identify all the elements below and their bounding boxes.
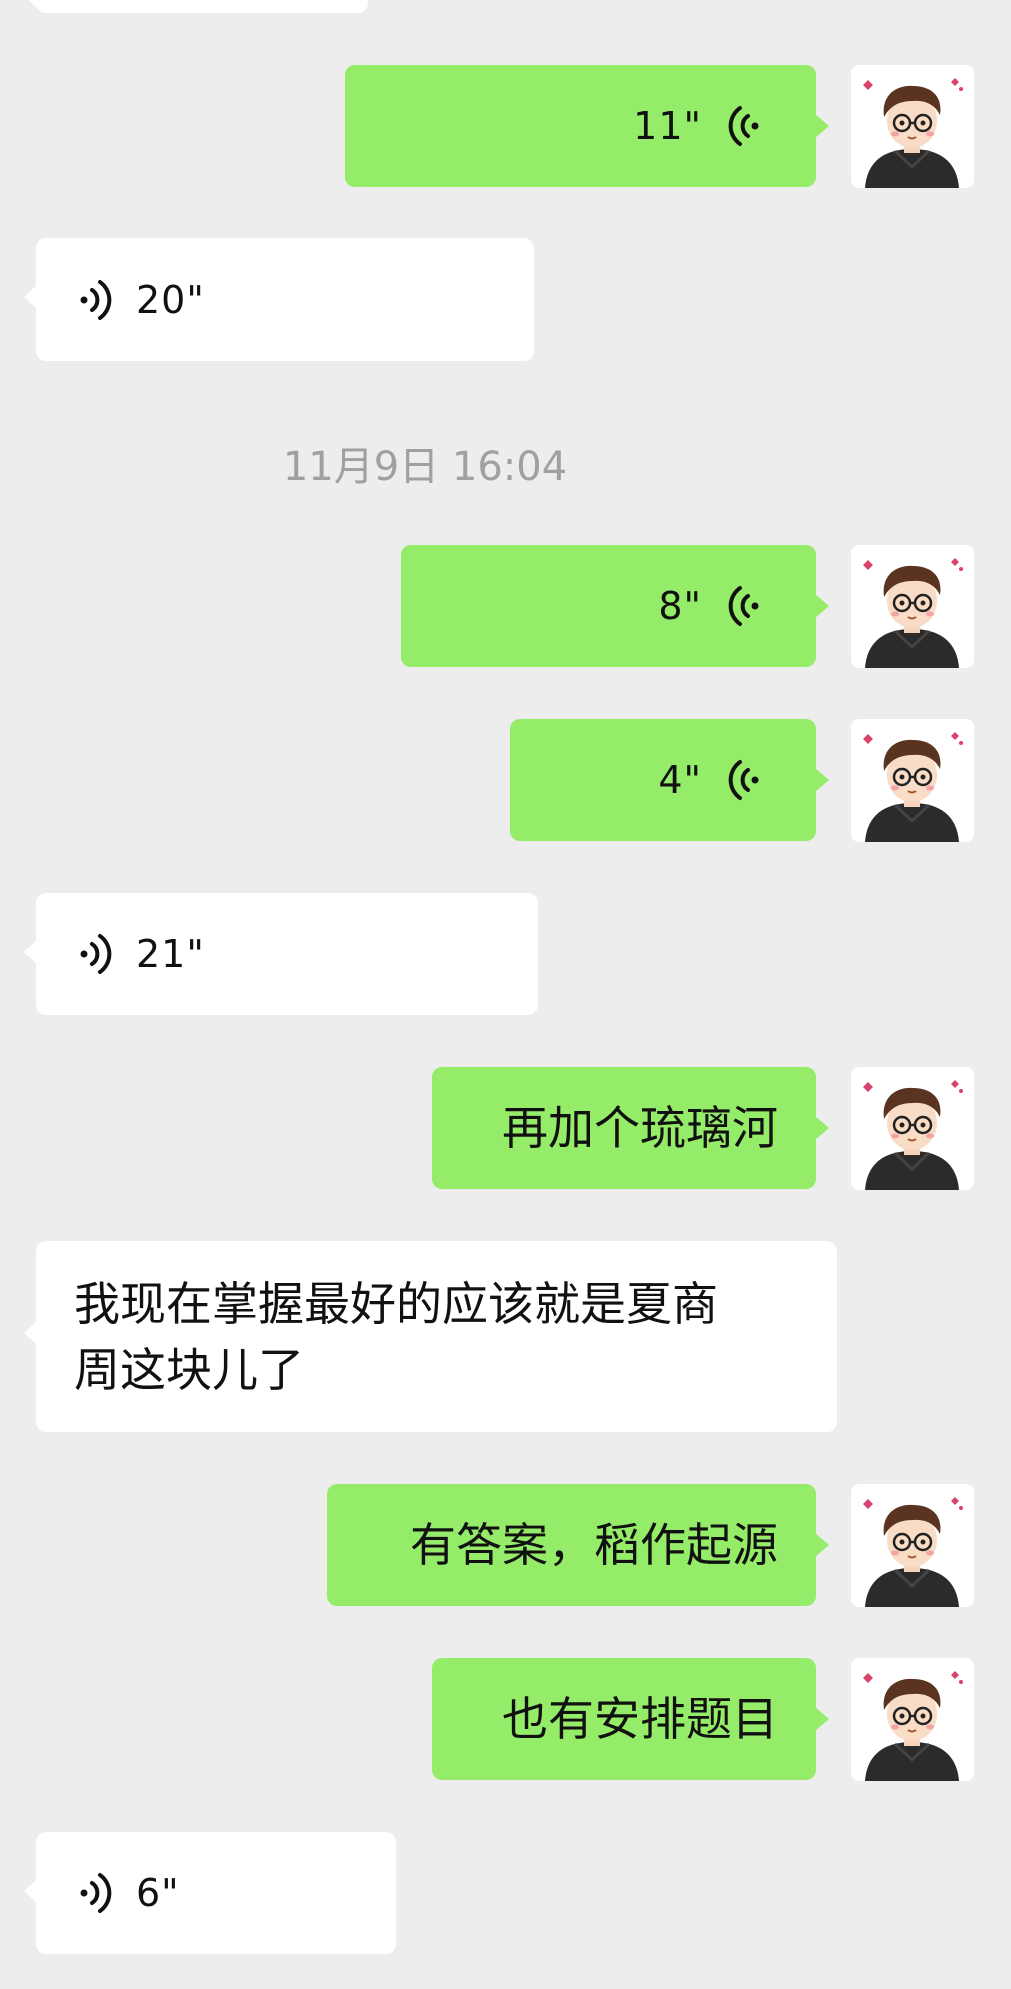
voice-wave-icon <box>74 929 116 979</box>
avatar[interactable] <box>851 1484 974 1607</box>
avatar[interactable] <box>851 65 974 188</box>
message-text: 再加个琉璃河 <box>502 1101 778 1155</box>
message-bubble-partial[interactable] <box>36 0 368 13</box>
voice-duration: 8" <box>658 584 702 628</box>
avatar[interactable] <box>851 719 974 842</box>
message-text: 也有安排题目 <box>502 1692 778 1746</box>
voice-message-outgoing[interactable]: 8" <box>401 545 816 667</box>
voice-wave-icon <box>728 755 768 805</box>
text-message-outgoing[interactable]: 也有安排题目 <box>432 1658 816 1780</box>
text-message-outgoing[interactable]: 有答案，稻作起源 <box>327 1484 816 1606</box>
chat-timestamp: 11月9日 16:04 <box>282 444 568 490</box>
voice-message-incoming[interactable]: 20" <box>36 238 534 361</box>
message-text-line: 周这块儿了 <box>74 1342 304 1397</box>
voice-wave-icon <box>74 1868 116 1918</box>
text-message-incoming[interactable]: 我现在掌握最好的应该就是夏商 周这块儿了 <box>36 1241 837 1432</box>
text-message-outgoing[interactable]: 再加个琉璃河 <box>432 1067 816 1189</box>
voice-message-incoming[interactable]: 21" <box>36 893 538 1015</box>
voice-wave-icon <box>728 581 768 631</box>
voice-duration: 4" <box>658 758 702 802</box>
voice-duration: 21" <box>136 932 205 976</box>
voice-message-outgoing[interactable]: 11" <box>345 65 816 187</box>
voice-wave-icon <box>74 275 116 325</box>
message-text: 有答案，稻作起源 <box>410 1518 778 1572</box>
avatar[interactable] <box>851 1658 974 1781</box>
voice-duration: 11" <box>633 104 702 148</box>
voice-wave-icon <box>728 101 768 151</box>
voice-duration: 6" <box>136 1871 180 1915</box>
voice-duration: 20" <box>136 277 205 322</box>
voice-message-incoming[interactable]: 6" <box>36 1832 396 1954</box>
message-text-line: 我现在掌握最好的应该就是夏商 <box>74 1276 718 1331</box>
avatar[interactable] <box>851 545 974 668</box>
voice-message-outgoing[interactable]: 4" <box>510 719 816 841</box>
avatar[interactable] <box>851 1067 974 1190</box>
